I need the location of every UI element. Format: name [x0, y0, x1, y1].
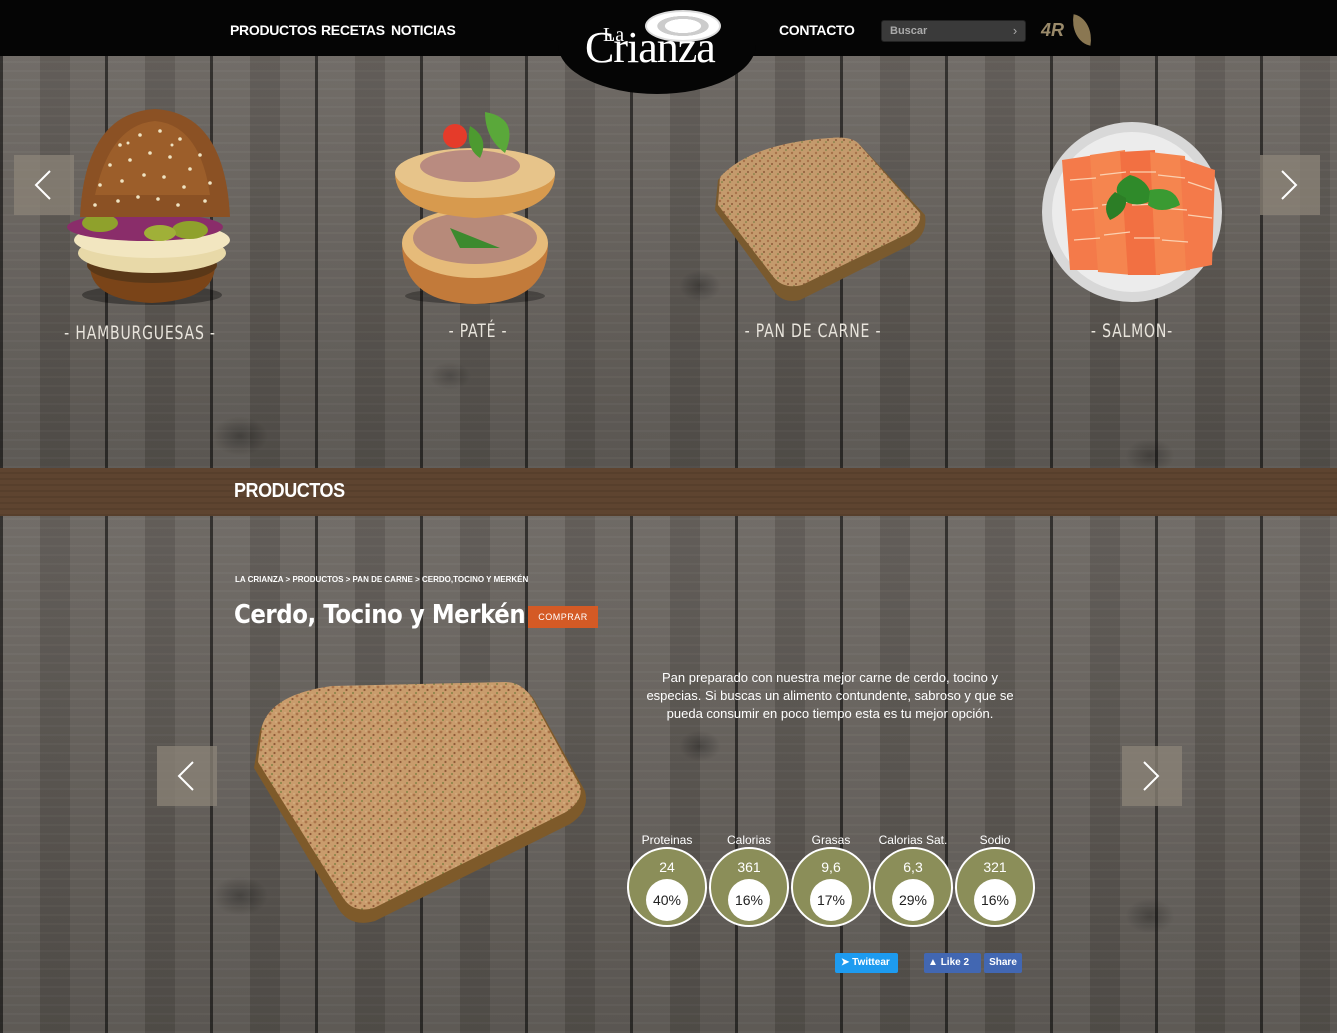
- section-band: [0, 468, 1337, 516]
- nav-contacto[interactable]: CONTACTO: [779, 22, 855, 38]
- breadcrumb-productos[interactable]: PRODUCTOS: [292, 575, 343, 584]
- carousel-label-hamburguesas[interactable]: - HAMBURGUESAS -: [50, 322, 230, 344]
- nutrition-value: 361: [737, 859, 761, 875]
- nutrition-circle: 24 40%: [627, 847, 707, 927]
- brand-4r-logo[interactable]: 4R: [1039, 14, 1097, 46]
- carousel-label-pate[interactable]: - PATÉ -: [388, 320, 568, 342]
- product-image: [250, 676, 590, 926]
- buy-button[interactable]: COMPRAR: [528, 606, 598, 628]
- breadcrumb-separator: >: [345, 575, 353, 584]
- tweet-button[interactable]: ➤ Twittear: [835, 953, 898, 973]
- leaf-icon: [1068, 14, 1096, 46]
- nutrition-label: Sodio: [979, 833, 1011, 847]
- brand-4r-text: 4R: [1041, 20, 1065, 40]
- twitter-bird-icon: ➤: [841, 957, 850, 968]
- nav-productos[interactable]: PRODUCTOS: [230, 22, 317, 38]
- carousel-label-pan-de-carne[interactable]: - PAN DE CARNE -: [723, 320, 903, 342]
- carousel-label-salmon[interactable]: - SALMON-: [1042, 320, 1222, 342]
- breadcrumb-current: CERDO,TOCINO Y MERKÉN: [422, 575, 529, 584]
- nutrition-value: 6,3: [903, 859, 923, 875]
- nutrition-circle: 9,6 17%: [791, 847, 871, 927]
- chevron-right-icon: [1281, 170, 1298, 200]
- search-input[interactable]: [882, 21, 1004, 41]
- nutrition-percent: 16%: [974, 879, 1016, 921]
- nutrition-grasas: Grasas 9,6 17%: [791, 833, 871, 927]
- nutrition-label: Grasas: [811, 833, 851, 847]
- nutrition-percent: 16%: [728, 879, 770, 921]
- nutrition-circle: 321 16%: [955, 847, 1035, 927]
- breadcrumb-pan-de-carne[interactable]: PAN DE CARNE: [353, 575, 413, 584]
- pate-image: [395, 112, 555, 304]
- nutrition-value: 24: [659, 859, 675, 875]
- nutrition-label: Calorias: [726, 833, 771, 847]
- nav-recetas[interactable]: RECETAS: [321, 22, 385, 38]
- logo-crianza-text: Crianza: [585, 23, 716, 72]
- meatloaf-image: [715, 137, 926, 301]
- nutrition-percent: 40%: [646, 879, 688, 921]
- product-description: Pan preparado con nuestra mejor carne de…: [646, 670, 1014, 721]
- nutrition-value: 9,6: [821, 859, 841, 875]
- salmon-image: [1042, 122, 1222, 302]
- breadcrumb: LA CRIANZA > PRODUCTOS > PAN DE CARNE > …: [235, 575, 528, 584]
- nutrition-percent: 29%: [892, 879, 934, 921]
- meatloaf-product-icon: [254, 682, 586, 923]
- thumbs-up-icon: ▲: [928, 957, 938, 968]
- tweet-label: Twittear: [852, 957, 890, 968]
- product-title: Cerdo, Tocino y Merkén: [234, 600, 526, 630]
- carousel-item-pan-de-carne[interactable]: [710, 135, 930, 305]
- facebook-share-button[interactable]: Share: [984, 953, 1022, 973]
- nutrition-proteinas: Proteinas 24 40%: [627, 833, 707, 927]
- section-title: PRODUCTOS: [234, 480, 345, 502]
- like-label: Like 2: [940, 957, 970, 968]
- nutrition-value: 321: [983, 859, 1007, 875]
- chevron-left-icon: [34, 170, 51, 200]
- burger-image: [67, 109, 230, 305]
- breadcrumb-home[interactable]: LA CRIANZA: [235, 575, 283, 584]
- nutrition-calorias-sat: Calorias Sat. 6,3 29%: [873, 833, 953, 927]
- nutrition-circle: 6,3 29%: [873, 847, 953, 927]
- facebook-like-button[interactable]: ▲ Like 2: [924, 953, 981, 973]
- chevron-right-icon: [1143, 761, 1160, 791]
- carousel-item-pate[interactable]: [390, 108, 560, 306]
- nutrition-calorias: Calorias 361 16%: [709, 833, 789, 927]
- carousel-item-salmon[interactable]: [1040, 120, 1225, 305]
- chevron-left-icon: [177, 761, 194, 791]
- nutrition-sodio: Sodio 321 16%: [955, 833, 1035, 927]
- carousel-item-hamburguesas[interactable]: [60, 105, 240, 310]
- nutrition-percent: 17%: [810, 879, 852, 921]
- carousel-next-button[interactable]: [1260, 155, 1320, 215]
- nutrition-circle: 361 16%: [709, 847, 789, 927]
- search-arrow-icon[interactable]: ›: [1008, 24, 1022, 38]
- nutrition-label: Calorias Sat.: [878, 833, 948, 847]
- nutrition-label: Proteinas: [641, 833, 693, 847]
- nav-noticias[interactable]: NOTICIAS: [391, 22, 456, 38]
- breadcrumb-separator: >: [415, 575, 422, 584]
- search-box: ›: [881, 20, 1026, 42]
- product-prev-button[interactable]: [157, 746, 217, 806]
- product-next-button[interactable]: [1122, 746, 1182, 806]
